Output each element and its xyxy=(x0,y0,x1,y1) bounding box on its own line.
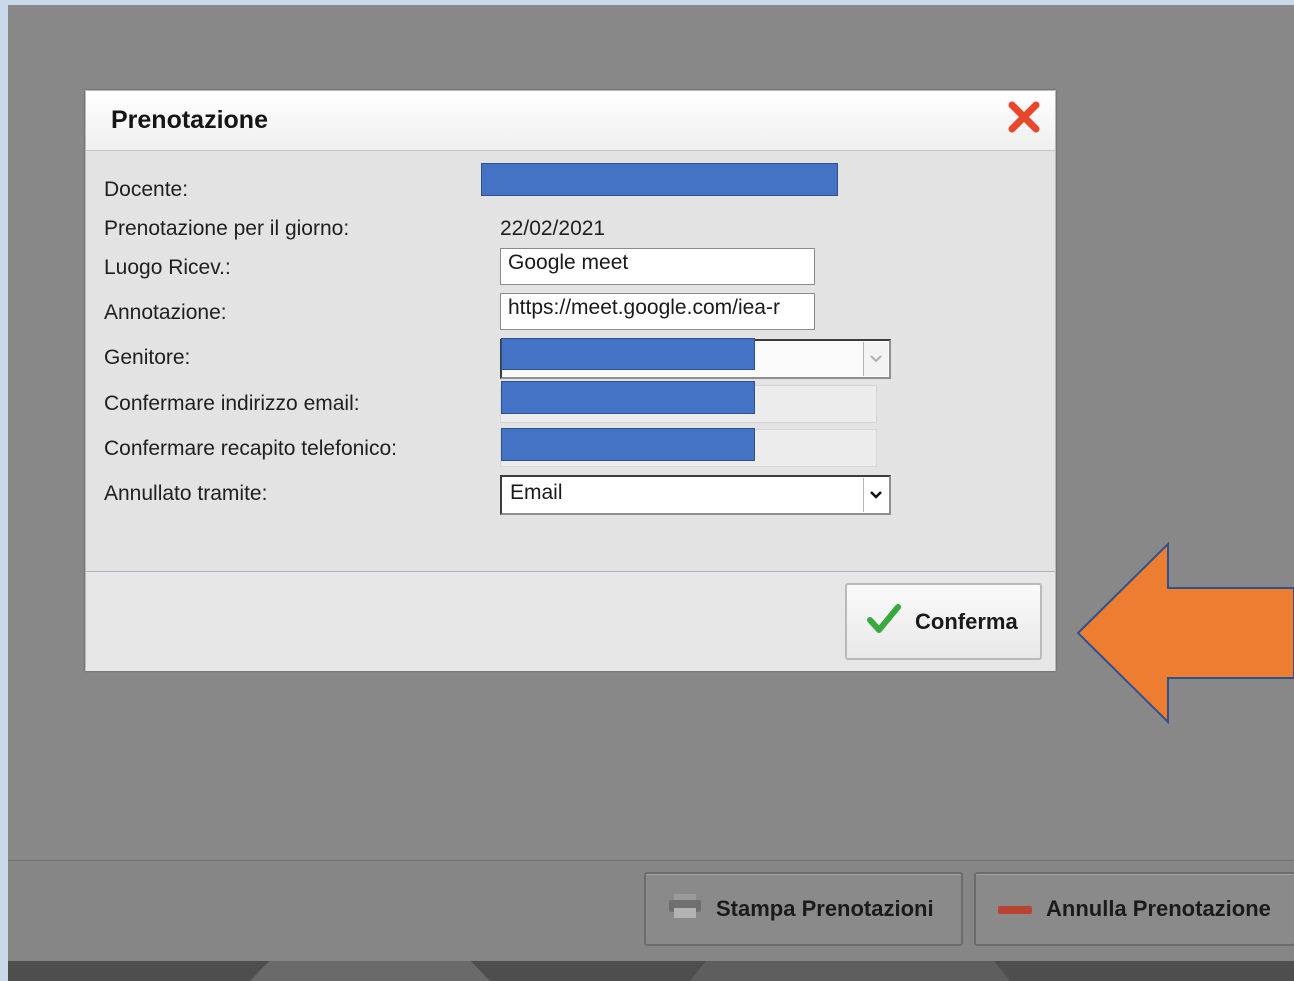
date-value: 22/02/2021 xyxy=(500,217,606,240)
taskbar-strip xyxy=(8,961,1294,981)
confirm-button[interactable]: Conferma xyxy=(845,583,1042,660)
redacted-parent xyxy=(501,338,755,370)
dialog-title: Prenotazione xyxy=(111,106,268,134)
redacted-docente xyxy=(481,163,838,196)
printer-icon xyxy=(668,893,702,925)
annotation-input[interactable]: https://meet.google.com/iea-r xyxy=(500,293,815,330)
email-label: Confermare indirizzo email: xyxy=(104,392,360,415)
cancelled-via-select[interactable]: Email xyxy=(500,475,891,515)
cancelled-via-label: Annullato tramite: xyxy=(104,482,268,505)
booking-dialog: Prenotazione Docente: Prenotazione per i… xyxy=(85,90,1056,671)
docente-label: Docente: xyxy=(104,178,189,201)
cancel-booking-button[interactable]: Annulla Prenotazione xyxy=(974,872,1294,946)
orange-arrow xyxy=(1076,542,1294,724)
phone-label: Confermare recapito telefonico: xyxy=(104,437,397,460)
check-icon xyxy=(867,603,901,640)
location-label: Luogo Ricev.: xyxy=(104,256,231,279)
strip-decoration xyxy=(690,961,1010,981)
print-bookings-button[interactable]: Stampa Prenotazioni xyxy=(644,872,963,946)
location-input[interactable]: Google meet xyxy=(500,248,815,285)
strip-decoration xyxy=(250,961,490,981)
dialog-header: Prenotazione xyxy=(86,91,1055,151)
cancelled-via-value: Email xyxy=(510,481,563,504)
redacted-email xyxy=(501,381,755,414)
confirm-label: Conferma xyxy=(915,608,1018,634)
cancel-booking-label: Annulla Prenotazione xyxy=(1046,896,1271,921)
parent-label: Genitore: xyxy=(104,346,191,369)
annotation-label: Annotazione: xyxy=(104,301,227,324)
minus-icon xyxy=(998,896,1032,922)
date-label: Prenotazione per il giorno: xyxy=(104,217,350,240)
redacted-phone xyxy=(501,428,755,461)
print-bookings-label: Stampa Prenotazioni xyxy=(716,896,934,921)
chevron-down-icon xyxy=(863,478,888,512)
dialog-footer: Conferma xyxy=(86,571,1055,671)
close-icon[interactable] xyxy=(1006,99,1042,135)
chevron-down-icon xyxy=(863,342,888,376)
